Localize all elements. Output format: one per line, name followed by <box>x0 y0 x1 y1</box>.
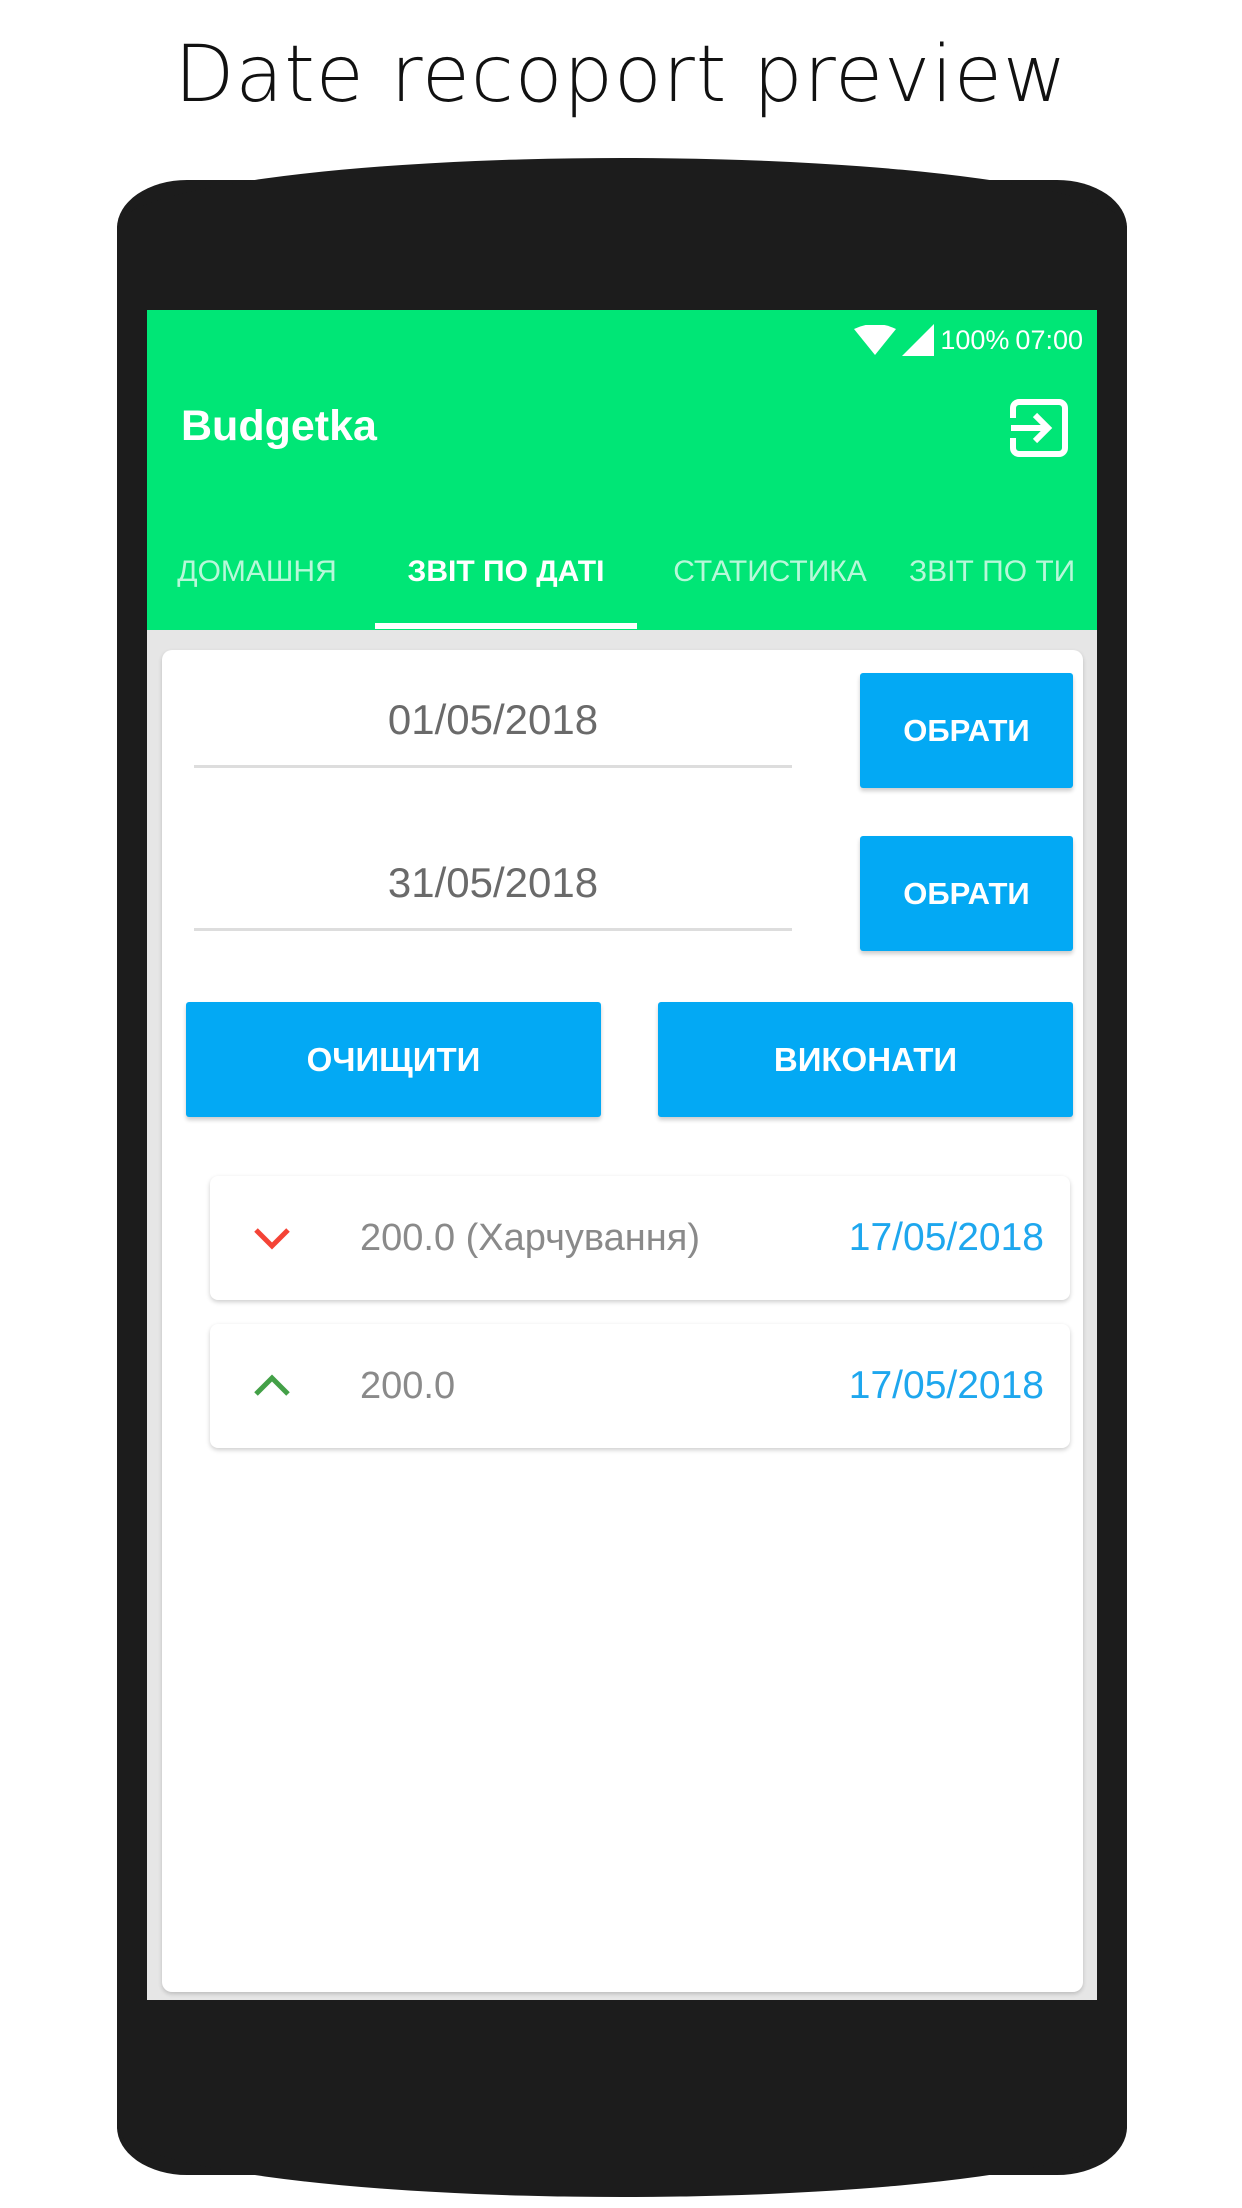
status-bar: 100% 07:00 <box>854 320 1083 360</box>
tab-indicator <box>375 623 637 629</box>
tab-bar: ДОМАШНЯ ЗВІТ ПО ДАТІ СТАТИСТИКА ЗВІТ ПО … <box>147 532 1097 630</box>
app-screen: 100% 07:00 Budgetka ДОМАШНЯ ЗВІТ ПО ДАТІ… <box>147 310 1097 2000</box>
pick-date-to-button[interactable]: ОБРАТИ <box>860 836 1073 951</box>
tab-type-report[interactable]: ЗВІТ ПО ТИ <box>909 532 1097 630</box>
app-title: Budgetka <box>181 402 377 450</box>
app-bar: 100% 07:00 Budgetka ДОМАШНЯ ЗВІТ ПО ДАТІ… <box>147 310 1097 630</box>
clear-button[interactable]: ОЧИЩИТИ <box>186 1002 601 1117</box>
page-title: Date recoport preview <box>174 30 1068 120</box>
transaction-amount: 200.0 (Харчування) <box>360 1217 700 1259</box>
pick-date-from-button[interactable]: ОБРАТИ <box>860 673 1073 788</box>
clock-text: 07:00 <box>1015 324 1083 355</box>
wifi-icon <box>854 325 897 355</box>
transaction-row[interactable]: 200.0 (Харчування) 17/05/2018 <box>210 1176 1070 1300</box>
date-to-field[interactable]: 31/05/2018 <box>194 838 792 931</box>
transaction-amount: 200.0 <box>360 1365 456 1407</box>
date-from-field[interactable]: 01/05/2018 <box>194 675 792 768</box>
tab-home[interactable]: ДОМАШНЯ <box>157 532 357 630</box>
tab-date-report[interactable]: ЗВІТ ПО ДАТІ <box>375 532 637 630</box>
report-card: 01/05/2018 ОБРАТИ 31/05/2018 ОБРАТИ ОЧИЩ… <box>162 650 1083 1992</box>
battery-text: 100% <box>940 324 1010 355</box>
signal-icon <box>902 324 935 356</box>
exit-icon[interactable] <box>1007 396 1071 460</box>
transaction-date: 17/05/2018 <box>848 1364 1044 1407</box>
execute-button[interactable]: ВИКОНАТИ <box>658 1002 1073 1117</box>
chevron-up-icon <box>252 1366 292 1406</box>
tab-statistics[interactable]: СТАТИСТИКА <box>655 532 885 630</box>
transaction-row[interactable]: 200.0 17/05/2018 <box>210 1324 1070 1448</box>
transaction-date: 17/05/2018 <box>848 1216 1044 1259</box>
chevron-down-icon <box>252 1218 292 1258</box>
